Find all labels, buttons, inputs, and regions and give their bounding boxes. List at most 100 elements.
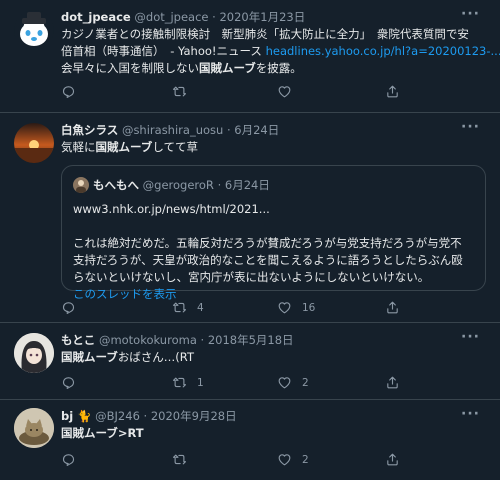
tweet-text-span: 気軽に xyxy=(61,140,96,154)
share-icon xyxy=(385,375,400,390)
handle[interactable]: @dot_jpeace xyxy=(134,10,208,24)
quoted-text-line: 支持だろうが、天皇が政治的なことを聞こえるように語ろうとしたらぶん殴 xyxy=(73,253,463,267)
action-bar: 4 16 xyxy=(61,300,480,316)
action-bar xyxy=(61,84,480,100)
like-button[interactable]: 2 xyxy=(277,452,309,467)
tweet[interactable]: 白魚シラス @shirashira_uosu · 6月24日 ··· 気軽に国賊… xyxy=(0,113,500,323)
handle[interactable]: @motokokuroma xyxy=(99,333,197,347)
timestamp[interactable]: 2020年1月23日 xyxy=(219,10,305,24)
timestamp[interactable]: 2020年9月28日 xyxy=(151,409,237,423)
display-name[interactable]: もとこ xyxy=(61,333,95,347)
quoted-avatar xyxy=(73,177,89,193)
tweet-text: 国賊ムーブおばさん…(RT xyxy=(61,349,486,366)
reply-icon xyxy=(61,452,76,467)
more-icon[interactable]: ··· xyxy=(461,329,480,345)
tweet-link[interactable]: headlines.yahoo.co.jp/hl?a=20200123-... xyxy=(266,44,500,58)
tweet-header: 白魚シラス @shirashira_uosu · 6月24日 xyxy=(61,122,460,138)
tweet-text: カジノ業者との接触制限検討 新型肺炎「拡大防止に全力」 衆院代表質問で安 倍首相… xyxy=(61,26,500,77)
reply-button[interactable] xyxy=(61,84,76,99)
quoted-header: もへもへ @gerogeroR · 6月24日 xyxy=(73,177,270,193)
like-button[interactable]: 16 xyxy=(277,300,315,315)
sunset-avatar-icon xyxy=(14,123,54,163)
like-button[interactable]: 2 xyxy=(277,375,309,390)
quoted-timestamp: 6月24日 xyxy=(224,178,270,192)
quoted-text-line: らないといけないし、宮内庁が表に出ないようにしないといけない。 xyxy=(73,270,430,284)
timestamp[interactable]: 2018年5月18日 xyxy=(208,333,294,347)
person-avatar-icon xyxy=(76,180,86,193)
like-icon xyxy=(277,375,292,390)
display-name[interactable]: dot_jpeace xyxy=(61,10,131,24)
avatar[interactable] xyxy=(14,408,54,448)
like-count: 2 xyxy=(302,453,309,466)
highlight-text: 国賊ムーブ xyxy=(61,350,118,364)
like-button[interactable] xyxy=(277,84,292,99)
retweet-button[interactable]: 4 xyxy=(172,300,204,315)
retweet-count: 1 xyxy=(197,376,204,389)
action-bar: 2 xyxy=(61,452,480,468)
retweet-button[interactable] xyxy=(172,84,187,99)
reply-button[interactable] xyxy=(61,375,76,390)
share-button[interactable] xyxy=(385,84,400,99)
cat-avatar-icon xyxy=(14,408,54,448)
avatar[interactable] xyxy=(14,10,54,50)
display-name[interactable]: 白魚シラス xyxy=(61,123,118,137)
tweet[interactable]: もとこ @motokokuroma · 2018年5月18日 ··· 国賊ムーブ… xyxy=(0,323,500,400)
tweet-header: bj 🐈 @BJ246 · 2020年9月28日 xyxy=(61,408,460,424)
share-icon xyxy=(385,452,400,467)
tweet-header: dot_jpeace @dot_jpeace · 2020年1月23日 xyxy=(61,9,460,25)
reply-icon xyxy=(61,375,76,390)
tweet-text-span: してて草 xyxy=(152,140,198,154)
highlight-text: 国賊ムーブ xyxy=(95,140,153,154)
separator: · xyxy=(226,123,231,137)
tweet[interactable]: dot_jpeace @dot_jpeace · 2020年1月23日 ··· … xyxy=(0,0,500,113)
tweet-text-span: >RT xyxy=(117,426,144,440)
display-name[interactable]: bj 🐈 xyxy=(61,409,92,423)
retweet-button[interactable]: 1 xyxy=(172,375,204,390)
more-icon[interactable]: ··· xyxy=(461,406,480,422)
tweet-text-line: 会早々に入国を制限しない国賊ムーブを披露。 xyxy=(61,60,486,77)
like-count: 16 xyxy=(302,301,316,314)
tweet-header: もとこ @motokokuroma · 2018年5月18日 xyxy=(61,332,460,348)
tweet-text: 国賊ムーブ>RT xyxy=(61,425,486,442)
action-bar: 1 2 xyxy=(61,375,480,391)
more-icon[interactable]: ··· xyxy=(461,119,480,135)
handle[interactable]: @shirashira_uosu xyxy=(122,123,223,137)
tweet-text-span: 会早々に入国を制限しない xyxy=(61,61,199,75)
pigeon-avatar-icon xyxy=(20,12,48,46)
separator: · xyxy=(200,333,205,347)
share-button[interactable] xyxy=(385,452,400,467)
anime-girl-avatar-icon xyxy=(14,333,54,373)
more-icon[interactable]: ··· xyxy=(461,6,480,22)
quoted-text-line: これは絶対だめだ。五輪反対だろうが賛成だろうが与党支持だろうが与党不 xyxy=(73,236,462,250)
tweet-text-span: おばさん…(RT xyxy=(117,350,194,364)
quoted-url: www3.nhk.or.jp/news/html/2021... xyxy=(73,202,270,216)
quoted-handle: @gerogeroR xyxy=(142,178,214,192)
quoted-tweet[interactable]: もへもへ @gerogeroR · 6月24日 www3.nhk.or.jp/n… xyxy=(61,165,486,301)
retweet-icon xyxy=(172,375,187,390)
separator: · xyxy=(143,409,148,423)
tweet[interactable]: bj 🐈 @BJ246 · 2020年9月28日 ··· 国賊ムーブ>RT 2 xyxy=(0,400,500,480)
highlight-text: 国賊ムーブ xyxy=(61,426,118,440)
highlight-text: 国賊ムーブ xyxy=(199,61,256,75)
reply-button[interactable] xyxy=(61,300,76,315)
like-icon xyxy=(277,452,292,467)
share-button[interactable] xyxy=(385,375,400,390)
avatar[interactable] xyxy=(14,123,54,163)
tweet-text: 気軽に国賊ムーブしてて草 xyxy=(61,139,486,156)
tweet-text-span: 倍首相（時事通信） - Yahoo!ニュース xyxy=(61,44,266,58)
reply-button[interactable] xyxy=(61,452,76,467)
retweet-icon xyxy=(172,300,187,315)
quoted-text: www3.nhk.or.jp/news/html/2021... これは絶対だめ… xyxy=(73,201,473,303)
separator: · xyxy=(217,178,222,192)
tweet-text-line: 倍首相（時事通信） - Yahoo!ニュース headlines.yahoo.c… xyxy=(61,43,500,60)
timestamp[interactable]: 6月24日 xyxy=(234,123,279,137)
quoted-display-name: もへもへ xyxy=(93,178,139,192)
share-button[interactable] xyxy=(385,300,400,315)
like-count: 2 xyxy=(302,376,309,389)
handle[interactable]: @BJ246 xyxy=(95,409,140,423)
avatar[interactable] xyxy=(14,333,54,373)
retweet-icon xyxy=(172,84,187,99)
tweet-text-line: カジノ業者との接触制限検討 新型肺炎「拡大防止に全力」 衆院代表質問で安 xyxy=(61,27,469,41)
retweet-button[interactable] xyxy=(172,452,187,467)
timeline: dot_jpeace @dot_jpeace · 2020年1月23日 ··· … xyxy=(0,0,500,480)
